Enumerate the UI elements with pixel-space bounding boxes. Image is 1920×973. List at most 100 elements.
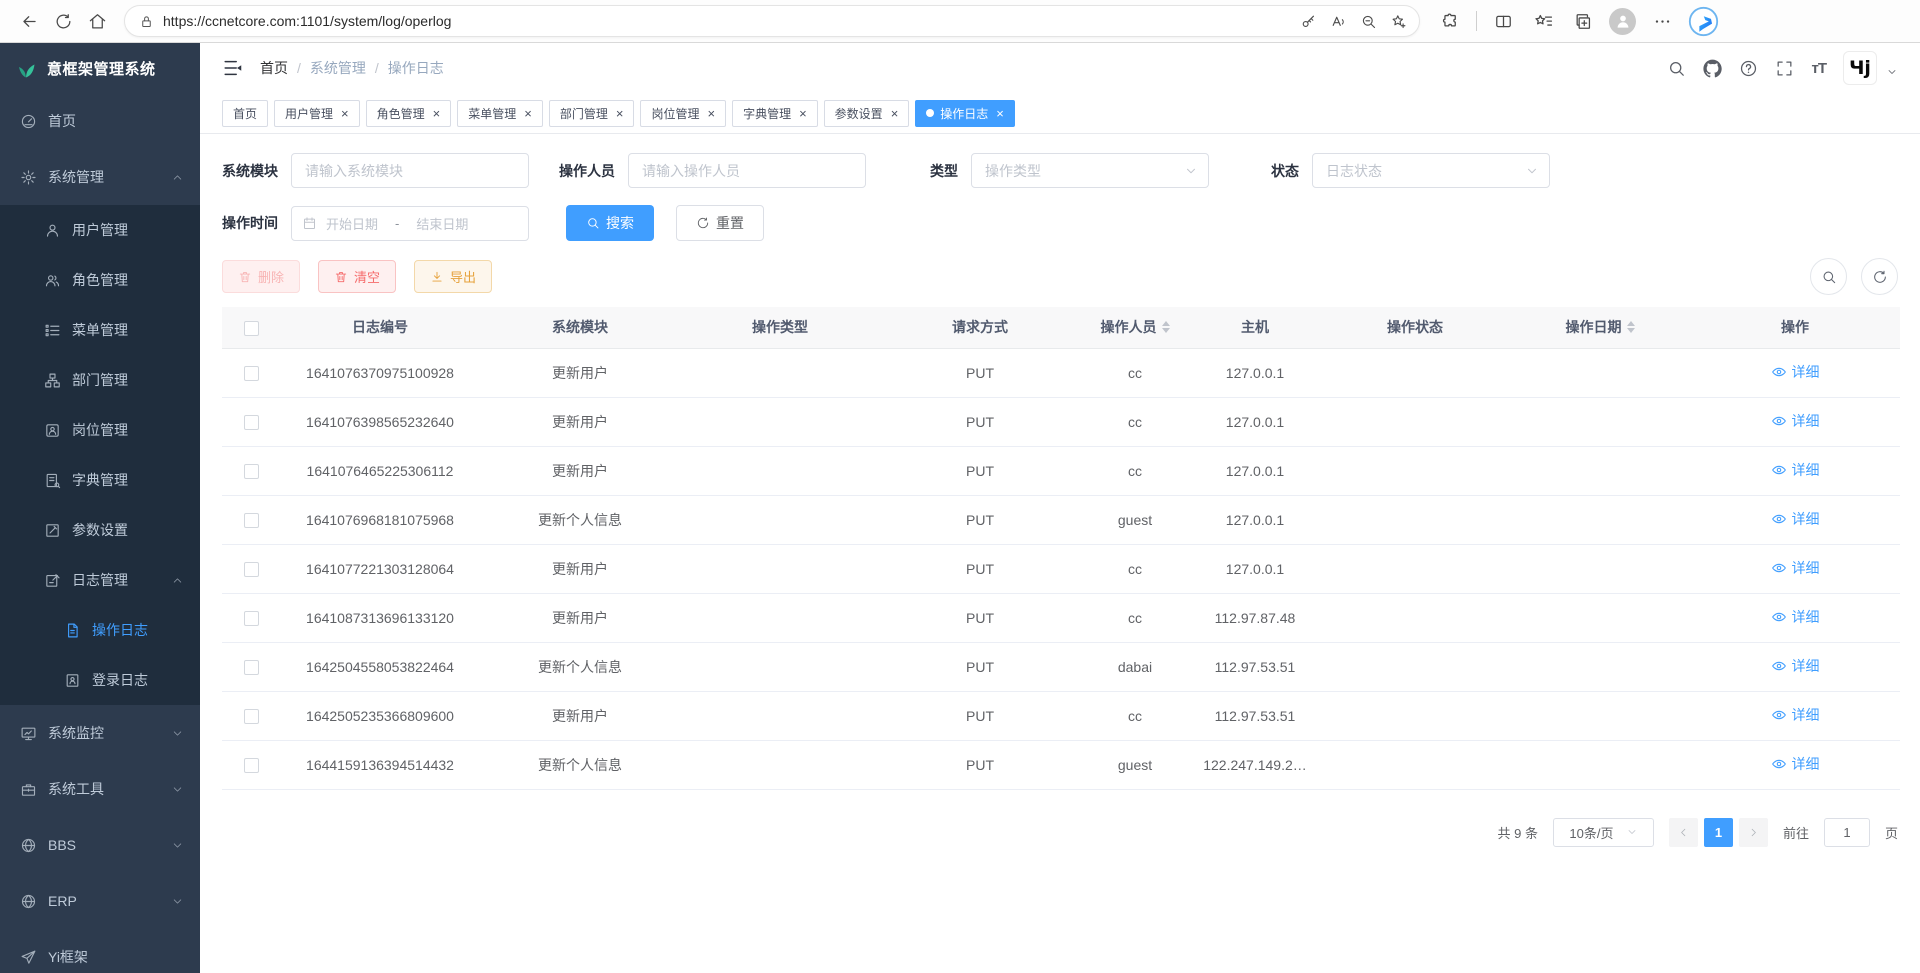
font-size-icon[interactable]: тT bbox=[1811, 60, 1826, 77]
tab-param-settings[interactable]: 参数设置× bbox=[824, 100, 910, 127]
avatar-caret-icon[interactable] bbox=[1886, 66, 1898, 78]
sidebar-item-operation-log[interactable]: 操作日志 bbox=[0, 605, 200, 655]
split-screen-icon[interactable] bbox=[1489, 5, 1517, 37]
sidebar-item-post-management[interactable]: 岗位管理 bbox=[0, 405, 200, 455]
row-checkbox[interactable] bbox=[244, 562, 259, 577]
row-checkbox[interactable] bbox=[244, 709, 259, 724]
sidebar-item-bbs[interactable]: BBS bbox=[0, 817, 200, 873]
bing-chat-icon[interactable] bbox=[1688, 6, 1719, 37]
password-key-icon[interactable] bbox=[1293, 7, 1323, 35]
sidebar-item-menu-management[interactable]: 菜单管理 bbox=[0, 305, 200, 355]
tab-user-management[interactable]: 用户管理× bbox=[274, 100, 360, 127]
row-checkbox[interactable] bbox=[244, 464, 259, 479]
sidebar-item-home[interactable]: 首页 bbox=[0, 93, 200, 149]
row-checkbox[interactable] bbox=[244, 366, 259, 381]
sidebar-item-log-management[interactable]: 日志管理 bbox=[0, 555, 200, 605]
tab-dept-management[interactable]: 部门管理× bbox=[549, 100, 635, 127]
app-header: 首页/系统管理/操作日志 тT Чj bbox=[200, 43, 1920, 93]
tab-menu-management[interactable]: 菜单管理× bbox=[457, 100, 543, 127]
search-button[interactable]: 搜索 bbox=[566, 205, 654, 241]
help-icon[interactable] bbox=[1739, 59, 1758, 78]
reset-button[interactable]: 重置 bbox=[676, 205, 764, 241]
operator-filter-input[interactable] bbox=[628, 153, 866, 188]
browser-settings-icon[interactable] bbox=[1648, 5, 1676, 37]
detail-link[interactable]: 详细 bbox=[1771, 607, 1820, 627]
sidebar-item-system-management[interactable]: 系统管理 bbox=[0, 149, 200, 205]
tab-dict-management[interactable]: 字典管理× bbox=[732, 100, 818, 127]
tab-close-icon[interactable]: × bbox=[524, 107, 532, 120]
sidebar-item-login-log[interactable]: 登录日志 bbox=[0, 655, 200, 705]
goto-page-input[interactable] bbox=[1824, 818, 1870, 847]
detail-link[interactable]: 详细 bbox=[1771, 411, 1820, 431]
detail-link[interactable]: 详细 bbox=[1771, 705, 1820, 725]
detail-link[interactable]: 详细 bbox=[1771, 558, 1820, 578]
clear-button[interactable]: 清空 bbox=[318, 260, 396, 293]
sidebar-item-system-monitor[interactable]: 系统监控 bbox=[0, 705, 200, 761]
address-bar[interactable]: https://ccnetcore.com:1101/system/log/op… bbox=[124, 5, 1420, 37]
breadcrumb-item[interactable]: 系统管理 bbox=[310, 58, 366, 78]
row-checkbox[interactable] bbox=[244, 415, 259, 430]
browser-back-button[interactable] bbox=[12, 5, 46, 37]
header-search-icon[interactable] bbox=[1667, 59, 1686, 78]
app-logo[interactable]: 意框架管理系统 bbox=[0, 43, 200, 93]
browser-home-button[interactable] bbox=[80, 5, 114, 37]
tab-home[interactable]: 首页 bbox=[222, 100, 268, 127]
tab-role-management[interactable]: 角色管理× bbox=[366, 100, 452, 127]
tab-close-icon[interactable]: × bbox=[996, 107, 1004, 120]
status-select[interactable]: 日志状态 bbox=[1312, 153, 1550, 188]
sidebar-fold-icon[interactable] bbox=[222, 57, 244, 79]
tab-close-icon[interactable]: × bbox=[891, 107, 899, 120]
browser-profile-avatar[interactable] bbox=[1609, 8, 1636, 35]
detail-link[interactable]: 详细 bbox=[1771, 460, 1820, 480]
tab-close-icon[interactable]: × bbox=[707, 107, 715, 120]
fullscreen-icon[interactable] bbox=[1775, 59, 1794, 78]
page-size-select[interactable]: 10条/页 bbox=[1553, 818, 1654, 847]
sort-icons[interactable] bbox=[1162, 321, 1170, 333]
next-page-button[interactable] bbox=[1739, 818, 1768, 847]
zoom-out-icon[interactable] bbox=[1353, 7, 1383, 35]
sidebar-item-dict-management[interactable]: 字典管理 bbox=[0, 455, 200, 505]
tab-post-management[interactable]: 岗位管理× bbox=[640, 100, 726, 127]
type-select[interactable]: 操作类型 bbox=[971, 153, 1209, 188]
tab-close-icon[interactable]: × bbox=[616, 107, 624, 120]
breadcrumb-item[interactable]: 首页 bbox=[260, 58, 288, 78]
sidebar-item-user-management[interactable]: 用户管理 bbox=[0, 205, 200, 255]
collections-icon[interactable] bbox=[1569, 5, 1597, 37]
read-aloud-icon[interactable] bbox=[1323, 7, 1353, 35]
select-all-checkbox[interactable] bbox=[244, 321, 259, 336]
prev-page-button[interactable] bbox=[1669, 818, 1698, 847]
sidebar-item-param-settings[interactable]: 参数设置 bbox=[0, 505, 200, 555]
sort-icons[interactable] bbox=[1627, 321, 1635, 333]
url-text[interactable]: https://ccnetcore.com:1101/system/log/op… bbox=[163, 13, 1293, 29]
detail-link[interactable]: 详细 bbox=[1771, 509, 1820, 529]
sidebar-item-dept-management[interactable]: 部门管理 bbox=[0, 355, 200, 405]
detail-link[interactable]: 详细 bbox=[1771, 656, 1820, 676]
delete-button[interactable]: 删除 bbox=[222, 260, 300, 293]
detail-link[interactable]: 详细 bbox=[1771, 362, 1820, 382]
row-checkbox[interactable] bbox=[244, 611, 259, 626]
sidebar-item-yi-framework[interactable]: Yi框架 bbox=[0, 929, 200, 973]
tab-close-icon[interactable]: × bbox=[433, 107, 441, 120]
table-search-toggle-button[interactable] bbox=[1810, 258, 1847, 295]
row-checkbox[interactable] bbox=[244, 513, 259, 528]
sidebar-item-role-management[interactable]: 角色管理 bbox=[0, 255, 200, 305]
export-button[interactable]: 导出 bbox=[414, 260, 492, 293]
user-avatar[interactable]: Чj bbox=[1843, 51, 1877, 85]
row-checkbox[interactable] bbox=[244, 758, 259, 773]
add-favorite-icon[interactable] bbox=[1383, 7, 1413, 35]
table-refresh-button[interactable] bbox=[1861, 258, 1898, 295]
sidebar-item-system-tools[interactable]: 系统工具 bbox=[0, 761, 200, 817]
module-filter-input[interactable] bbox=[291, 153, 529, 188]
browser-refresh-button[interactable] bbox=[46, 5, 80, 37]
github-icon[interactable] bbox=[1703, 59, 1722, 78]
favorites-icon[interactable] bbox=[1529, 5, 1557, 37]
extensions-icon[interactable] bbox=[1436, 5, 1464, 37]
sidebar-item-erp[interactable]: ERP bbox=[0, 873, 200, 929]
detail-link[interactable]: 详细 bbox=[1771, 754, 1820, 774]
tab-close-icon[interactable]: × bbox=[799, 107, 807, 120]
row-checkbox[interactable] bbox=[244, 660, 259, 675]
tab-operation-log[interactable]: 操作日志× bbox=[915, 100, 1015, 127]
date-range-input[interactable]: 开始日期 - 结束日期 bbox=[291, 206, 529, 241]
current-page-button[interactable]: 1 bbox=[1704, 818, 1733, 847]
tab-close-icon[interactable]: × bbox=[341, 107, 349, 120]
